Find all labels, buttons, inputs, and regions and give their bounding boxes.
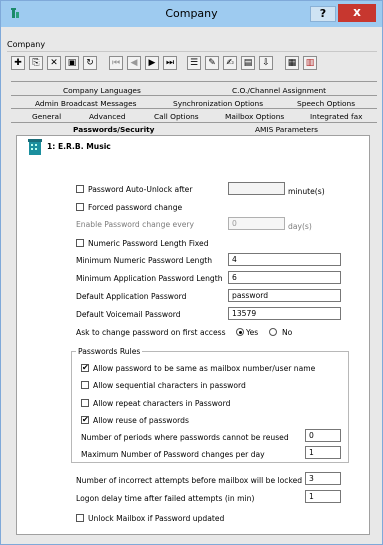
sequential-label: Allow sequential characters in password <box>93 381 246 390</box>
menu-bar: Company <box>7 40 45 49</box>
report-icon[interactable]: ▤ <box>241 56 255 70</box>
enable-change-unit: day(s) <box>288 222 312 231</box>
import-icon[interactable]: ⇩ <box>259 56 273 70</box>
tab-synchronization[interactable]: Synchronization Options <box>173 99 263 108</box>
help-button[interactable]: ? <box>310 6 336 22</box>
close-button[interactable]: x <box>338 4 376 22</box>
numeric-fixed-label: Numeric Password Length Fixed <box>88 239 209 248</box>
default-app-label: Default Application Password <box>76 292 187 301</box>
password-rules-legend: Passwords Rules <box>76 347 143 356</box>
company-name: 1: E.R.B. Music <box>47 142 111 151</box>
tab-border <box>11 81 377 82</box>
refresh-icon[interactable]: ↻ <box>83 56 97 70</box>
reuse-checkbox[interactable]: ✔ <box>81 416 89 424</box>
tab-border <box>11 108 377 109</box>
tab-mailbox-options[interactable]: Mailbox Options <box>225 112 284 121</box>
auto-unlock-unit: minute(s) <box>288 187 325 196</box>
tab-advanced[interactable]: Advanced <box>89 112 126 121</box>
auto-unlock-label: Password Auto-Unlock after <box>88 185 193 194</box>
repeat-checkbox[interactable] <box>81 399 89 407</box>
calendar-icon[interactable]: ▥ <box>303 56 317 70</box>
unlock-mailbox-checkbox[interactable] <box>76 514 84 522</box>
tab-integrated-fax[interactable]: Integrated fax <box>310 112 363 121</box>
list-icon[interactable]: ☰ <box>187 56 201 70</box>
default-vm-input[interactable]: 13579 <box>228 307 341 320</box>
menu-separator <box>7 51 377 52</box>
incorrect-attempts-label: Number of incorrect attempts before mail… <box>76 476 303 485</box>
copy-icon[interactable]: ⎘ <box>29 56 43 70</box>
forced-change-label: Forced password change <box>88 203 183 212</box>
company-window: Company ? x Company ✚ ⎘ ✕ ▣ ↻ ⏮ ◀ ▶ ⏭ ☰ … <box>0 0 383 545</box>
min-app-label: Minimum Application Password Length <box>76 274 223 283</box>
tab-admin-broadcast[interactable]: Admin Broadcast Messages <box>35 99 137 108</box>
tab-call-options[interactable]: Call Options <box>154 112 199 121</box>
new-icon[interactable]: ✚ <box>11 56 25 70</box>
menu-item-company[interactable]: Company <box>7 40 45 49</box>
ask-change-yes-label: Yes <box>246 328 259 337</box>
min-numeric-label: Minimum Numeric Password Length <box>76 256 213 265</box>
same-as-mailbox-checkbox[interactable]: ✔ <box>81 364 89 372</box>
auto-unlock-checkbox[interactable] <box>76 185 84 193</box>
ask-change-yes-radio[interactable] <box>236 328 244 336</box>
building-icon <box>28 139 42 155</box>
periods-label: Number of periods where passwords cannot… <box>81 433 289 442</box>
same-as-mailbox-label: Allow password to be same as mailbox num… <box>93 364 316 373</box>
tab-co-channel[interactable]: C.O./Channel Assignment <box>232 86 326 95</box>
edit-icon[interactable]: ✎ <box>205 56 219 70</box>
reuse-label: Allow reuse of passwords <box>93 416 189 425</box>
tab-amis-parameters[interactable]: AMIS Parameters <box>255 125 318 134</box>
numeric-fixed-checkbox[interactable] <box>76 239 84 247</box>
notes-icon[interactable]: ✍ <box>223 56 237 70</box>
tab-passwords-security[interactable]: Passwords/Security <box>73 125 154 134</box>
unlock-mailbox-label: Unlock Mailbox if Password updated <box>88 514 225 523</box>
last-icon[interactable]: ⏭ <box>163 56 177 70</box>
max-changes-label: Maximum Number of Password changes per d… <box>81 450 265 459</box>
auto-unlock-input[interactable] <box>228 182 285 195</box>
logon-delay-label: Logon delay time after failed attempts (… <box>76 494 255 503</box>
tab-general[interactable]: General <box>32 112 61 121</box>
prev-icon[interactable]: ◀ <box>127 56 141 70</box>
forced-change-checkbox[interactable] <box>76 203 84 211</box>
default-vm-label: Default Voicemail Password <box>76 310 181 319</box>
tab-company-languages[interactable]: Company Languages <box>63 86 141 95</box>
incorrect-attempts-input[interactable]: 3 <box>305 472 341 485</box>
next-icon[interactable]: ▶ <box>145 56 159 70</box>
min-numeric-input[interactable]: 4 <box>228 253 341 266</box>
title-bar: Company ? x <box>1 1 382 27</box>
min-app-input[interactable]: 6 <box>228 271 341 284</box>
save-icon[interactable]: ▣ <box>65 56 79 70</box>
tab-speech-options[interactable]: Speech Options <box>297 99 355 108</box>
ask-change-no-label: No <box>282 328 293 337</box>
enable-change-input[interactable]: 0 <box>228 217 285 230</box>
tab-border <box>11 122 377 123</box>
ask-change-no-radio[interactable] <box>269 328 277 336</box>
logon-delay-input[interactable]: 1 <box>305 490 341 503</box>
report2-icon[interactable]: ▦ <box>285 56 299 70</box>
periods-input[interactable]: 0 <box>305 429 341 442</box>
first-icon[interactable]: ⏮ <box>109 56 123 70</box>
repeat-label: Allow repeat characters in Password <box>93 399 231 408</box>
default-app-input[interactable]: password <box>228 289 341 302</box>
max-changes-input[interactable]: 1 <box>305 446 341 459</box>
ask-change-label: Ask to change password on first access <box>76 328 226 337</box>
enable-change-label: Enable Password change every <box>76 220 194 229</box>
tab-border <box>11 95 377 96</box>
delete-icon[interactable]: ✕ <box>47 56 61 70</box>
sequential-checkbox[interactable] <box>81 381 89 389</box>
